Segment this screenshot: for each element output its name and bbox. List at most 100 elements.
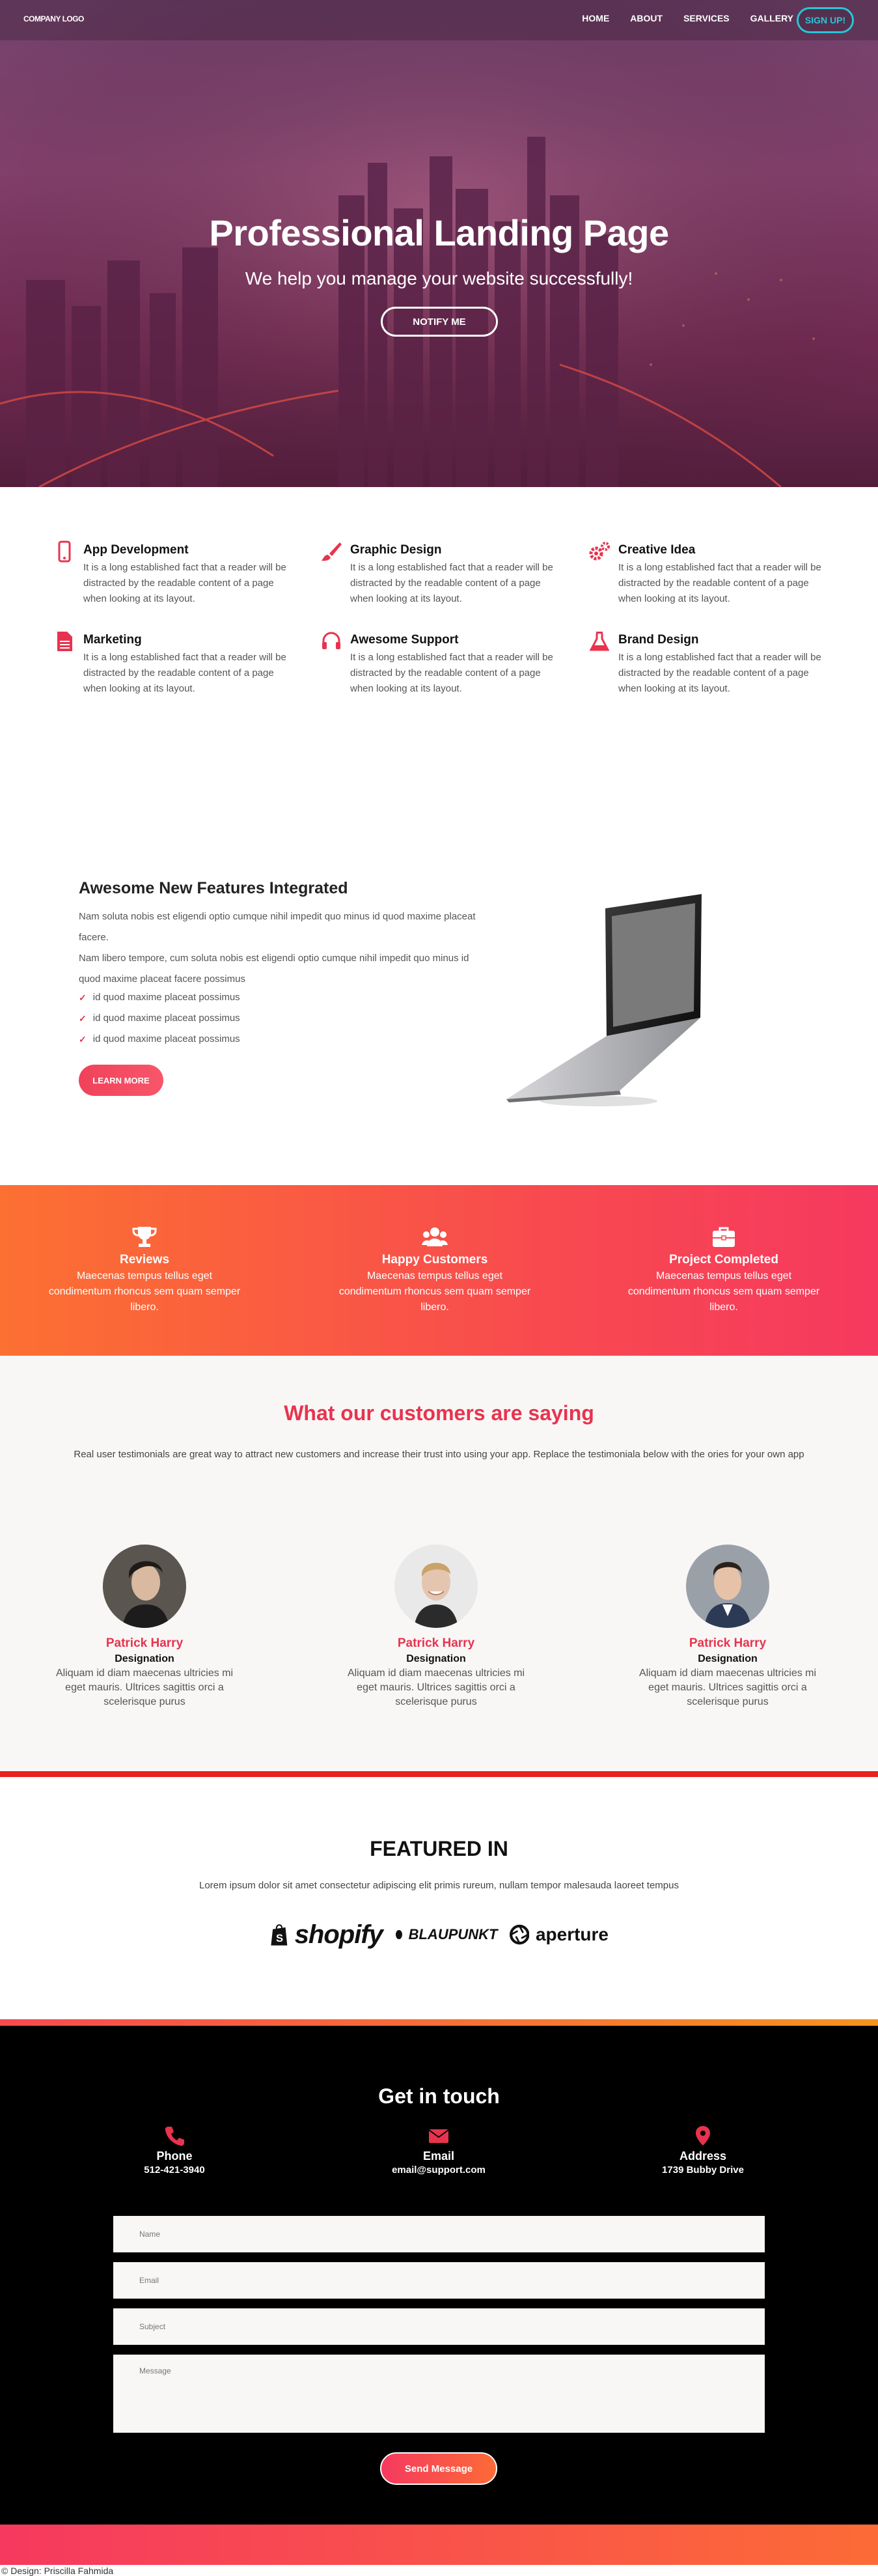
testimonials-section: What our customers are saying Real user … [0,1356,878,1772]
svg-text:S: S [276,1932,283,1944]
users-icon [422,1227,448,1246]
contact-value: 512-421-3940 [144,2164,205,2176]
service-title: Brand Design [618,633,699,647]
services-section: App Development It is a long established… [0,487,878,748]
footer-bar [0,2525,878,2565]
aperture-icon [509,1924,529,1945]
testimonial-text: Aliquam id diam maecenas ultricies mi eg… [347,1668,525,1707]
email-field[interactable] [113,2262,765,2299]
gears-icon [589,542,610,561]
document-icon [57,632,72,651]
avatar [394,1545,478,1628]
blaupunkt-dot-icon [395,1930,402,1939]
service-text: It is a long established fact that a rea… [83,562,286,604]
contact-value: 1739 Bubby Drive [662,2164,744,2176]
stat-title: Project Completed [669,1253,778,1267]
features-list-item: ✓ id quod maxime placeat possimus [79,1008,240,1029]
aperture-logo: aperture [535,1924,609,1944]
features-paragraph: Nam soluta nobis est eligendi optio cumq… [79,911,476,943]
contact-info-email: Email email@support.com [354,2125,523,2176]
testimonial-card: Patrick Harry Designation Aliquam id dia… [345,1545,527,1709]
service-text: It is a long established fact that a rea… [618,652,821,694]
signup-button[interactable]: SIGN UP! [797,7,854,33]
service-text: It is a long established fact that a rea… [83,652,286,694]
subject-field[interactable] [113,2308,765,2345]
testimonial-role: Designation [406,1653,466,1664]
phone-icon [165,2127,184,2146]
map-pin-icon [696,2126,710,2146]
hero-title: Professional Landing Page [209,212,669,253]
testimonial-name: Patrick Harry [397,1636,475,1650]
service-title: Marketing [83,633,142,647]
testimonial-card: Patrick Harry Designation Aliquam id dia… [637,1545,819,1709]
check-icon: ✓ [79,1013,87,1024]
testimonial-name: Patrick Harry [105,1636,184,1650]
section-divider [0,2019,878,2026]
shopify-bag-icon: S [271,1924,288,1946]
stat-title: Reviews [119,1253,170,1267]
send-message-button[interactable]: Send Message [380,2452,497,2485]
contact-label: Address [679,2149,727,2163]
nav-home-link[interactable]: HOME [582,13,609,23]
notify-me-button[interactable]: NOTIFY ME [381,307,498,337]
stat-text: Maecenas tempus tellus eget condimentum … [627,1270,820,1313]
testimonial-role: Designation [698,1653,758,1664]
features-paragraph: Nam libero tempore, cum soluta nobis est… [79,953,469,985]
flask-icon [589,632,610,651]
learn-more-button[interactable]: LEARN MORE [79,1065,163,1096]
testimonial-text: Aliquam id diam maecenas ultricies mi eg… [55,1668,234,1707]
stat-title: Happy Customers [381,1253,488,1267]
testimonial-text: Aliquam id diam maecenas ultricies mi eg… [638,1668,817,1707]
contact-title: Get in touch [378,2084,500,2108]
brush-icon [322,542,342,561]
landing-page: COMPANY LOGO HOME ABOUT SERVICES GALLERY… [0,0,878,2576]
service-title: Creative Idea [618,543,696,557]
message-field[interactable] [113,2355,765,2433]
service-text: It is a long established fact that a rea… [618,562,821,604]
featured-text: Lorem ipsum dolor sit amet consectetur a… [199,1880,679,1891]
testimonial-role: Designation [115,1653,174,1664]
nav-services-link[interactable]: SERVICES [683,13,730,23]
name-field[interactable] [113,2216,765,2252]
check-icon: ✓ [79,1034,87,1044]
featured-title: FEATURED IN [370,1837,508,1860]
nav-links: HOME ABOUT SERVICES GALLERY [582,13,793,23]
phone-icon [58,540,71,563]
nav-about-link[interactable]: ABOUT [630,13,663,23]
laptop-image [506,894,702,1106]
check-icon: ✓ [79,992,87,1003]
stat-item: Happy Customers Maecenas tempus tellus e… [337,1225,532,1315]
contact-section: Get in touch Phone 512-421-3940 Email em… [0,2026,878,2525]
avatar [686,1545,769,1628]
hero-section: COMPANY LOGO HOME ABOUT SERVICES GALLERY… [0,0,878,487]
service-text: It is a long established fact that a rea… [350,652,553,694]
testimonial-card: Patrick Harry Designation Aliquam id dia… [53,1545,236,1709]
company-logo[interactable]: COMPANY LOGO [23,14,84,23]
service-text: It is a long established fact that a rea… [350,562,553,604]
stats-section: Reviews Maecenas tempus tellus eget cond… [0,1185,878,1356]
testimonial-name: Patrick Harry [689,1636,767,1650]
nav-gallery-link[interactable]: GALLERY [750,13,793,23]
features-list: ✓ id quod maxime placeat possimus ✓ id quo… [79,987,240,1050]
contact-label: Email [422,2149,455,2163]
testimonials-title: What our customers are saying [284,1401,594,1425]
featured-in-section: FEATURED IN Lorem ipsum dolor sit amet c… [0,1777,878,2019]
contact-info-phone: Phone 512-421-3940 [90,2125,259,2176]
stat-text: Maecenas tempus tellus eget condimentum … [48,1270,241,1313]
features-section: Awesome New Features Integrated Nam solu… [0,748,878,1185]
features-text: Nam soluta nobis est eligendi optio cumq… [79,906,482,990]
hero-subtitle: We help you manage your website successf… [245,268,633,288]
contact-value: email@support.com [392,2164,486,2176]
headset-icon [322,632,340,649]
stat-item: Reviews Maecenas tempus tellus eget cond… [47,1225,242,1315]
features-list-item: ✓ id quod maxime placeat possimus [79,987,240,1008]
stat-text: Maecenas tempus tellus eget condimentum … [338,1270,531,1313]
testimonials-subtitle: Real user testimonials are great way to … [74,1449,804,1460]
service-title: Graphic Design [350,543,442,557]
briefcase-icon [713,1227,735,1247]
section-divider [0,1771,878,1777]
service-title: Awesome Support [350,633,459,647]
contact-info-address: Address 1739 Bubby Drive [618,2125,788,2176]
shopify-logo: shopify [294,1920,383,1949]
contact-label: Phone [156,2149,193,2163]
